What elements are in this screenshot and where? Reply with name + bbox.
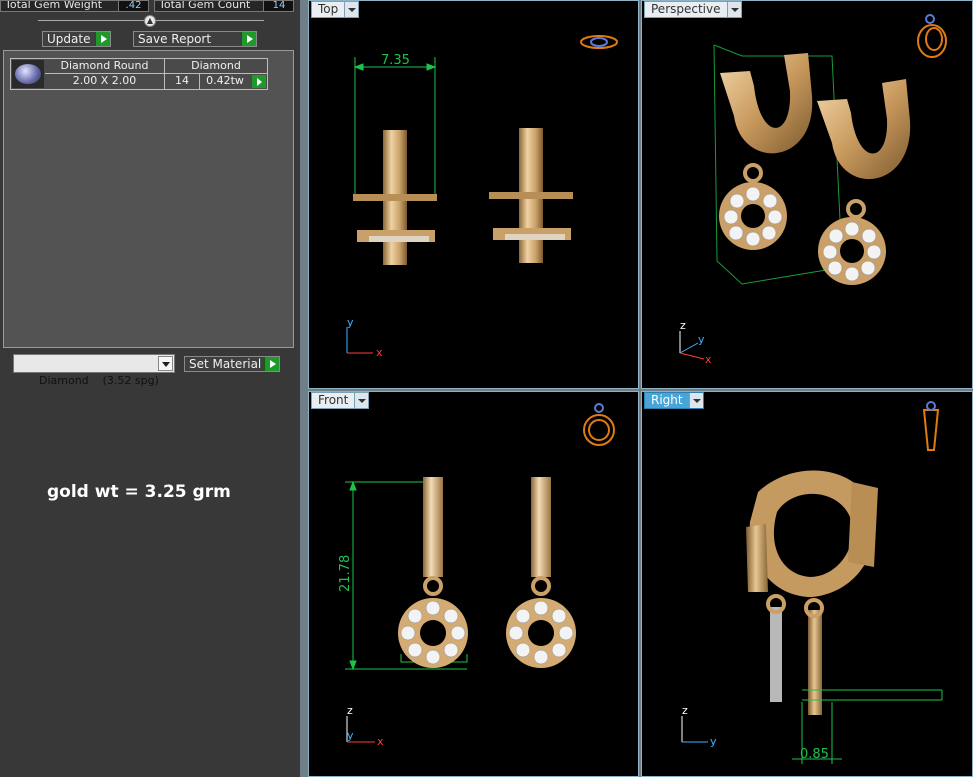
x-axis-label: x <box>377 735 384 748</box>
top-viewport[interactable]: 7.35 y x Top <box>308 0 639 389</box>
material-select[interactable]: Diamond (3.52 spg) <box>13 354 175 387</box>
front-viewport[interactable]: 21.78 z y x Front <box>308 391 639 777</box>
top-view-canvas: 7.35 y x <box>346 35 618 359</box>
chevron-down-icon[interactable] <box>726 2 741 17</box>
collapse-handle-icon[interactable]: ▲ <box>144 15 156 27</box>
perspective-view-canvas: z y x <box>679 14 947 366</box>
tab-top-view-label: Top <box>318 2 339 16</box>
chevron-down-icon[interactable] <box>158 356 173 371</box>
right-viewport[interactable]: 0.85 z y Right <box>641 391 973 777</box>
tab-perspective-view-label: Perspective <box>651 2 721 16</box>
z-axis-label: z <box>347 704 353 717</box>
tab-front-view[interactable]: Front <box>311 392 370 409</box>
set-material-button-label: Set Material <box>189 357 262 371</box>
gem-weight: 0.42tw <box>206 74 244 87</box>
gem-row[interactable]: Diamond Round Diamond 2.00 X 2.00 14 0.4… <box>10 58 268 90</box>
chevron-down-icon[interactable] <box>688 393 703 408</box>
ring-orientation-icon <box>580 35 618 49</box>
round-diamond-thumbnail <box>12 60 44 88</box>
tab-right-view-label: Right <box>651 393 683 407</box>
chevron-down-icon[interactable] <box>354 393 369 408</box>
save-report-button[interactable]: Save Report <box>133 31 257 47</box>
play-arrow-icon <box>95 32 110 46</box>
play-arrow-icon <box>241 32 256 46</box>
right-view-canvas: 0.85 z y <box>681 401 943 764</box>
y-axis-label: y <box>347 729 354 742</box>
y-axis-label: y <box>698 333 705 346</box>
total-gem-count-value: 14 <box>263 1 293 11</box>
right-earring-front <box>506 477 576 668</box>
ring-orientation-icon <box>917 14 947 58</box>
right-earring-top <box>489 128 573 263</box>
total-gem-weight: Total Gem Weight .42 <box>0 0 149 12</box>
ring-orientation-icon <box>922 401 940 451</box>
y-axis-label: y <box>710 735 717 748</box>
tab-top-view[interactable]: Top <box>311 1 360 18</box>
total-gem-weight-value: .42 <box>118 1 148 11</box>
update-button-label: Update <box>47 32 91 46</box>
chevron-down-icon[interactable] <box>344 2 359 17</box>
gold-weight-note: gold wt = 3.25 grm <box>47 482 231 502</box>
hoop-side <box>746 470 878 597</box>
tab-perspective-view[interactable]: Perspective <box>644 1 742 18</box>
right-earring-perspective <box>817 79 911 285</box>
left-earring-top <box>353 130 437 265</box>
update-button[interactable]: Update <box>42 31 111 47</box>
tab-front-view-label: Front <box>318 393 349 407</box>
total-gem-count-label: Total Gem Count <box>159 0 251 11</box>
axis-gizmo <box>681 716 708 743</box>
total-gem-count: Total Gem Count 14 <box>154 0 294 12</box>
gem-list: Diamond Round Diamond 2.00 X 2.00 14 0.4… <box>3 50 294 348</box>
set-material-button[interactable]: Set Material <box>184 356 280 372</box>
matrix-app-window: Total Gem Weight .42 Total Gem Count 14 … <box>0 0 973 777</box>
height-dimension-label: 21.78 <box>338 555 353 592</box>
gem-size: 2.00 X 2.00 <box>45 74 165 89</box>
x-axis-label: x <box>376 346 383 359</box>
gem-count: 14 <box>165 74 200 89</box>
z-axis-label: z <box>682 704 688 717</box>
gem-panel: Total Gem Weight .42 Total Gem Count 14 … <box>0 0 300 777</box>
x-axis-label: x <box>705 353 712 366</box>
thickness-dimension-label: 0.85 <box>800 747 829 762</box>
gem-row-play-icon[interactable] <box>252 75 266 88</box>
total-gem-weight-label: Total Gem Weight <box>5 0 103 11</box>
gem-type-header: Diamond <box>165 59 267 74</box>
front-view-canvas: 21.78 z y x <box>338 403 615 748</box>
ring-orientation-icon <box>583 403 615 446</box>
play-arrow-icon <box>264 357 279 371</box>
viewport-grid: 7.35 y x Top z y x Perspective 21.78 z y… <box>300 0 973 777</box>
axis-gizmo <box>346 327 373 354</box>
material-select-value: Diamond (3.52 spg) <box>38 374 159 387</box>
z-axis-label: z <box>680 319 686 332</box>
drop-side <box>766 594 824 715</box>
left-earring-front <box>398 477 468 668</box>
perspective-viewport[interactable]: z y x Perspective <box>641 0 973 389</box>
save-report-button-label: Save Report <box>138 32 212 46</box>
gem-shape-header: Diamond Round <box>45 59 165 74</box>
y-axis-label: y <box>347 316 354 329</box>
width-dimension-label: 7.35 <box>381 53 410 68</box>
left-earring-perspective <box>719 53 813 250</box>
tab-right-view[interactable]: Right <box>644 392 704 409</box>
